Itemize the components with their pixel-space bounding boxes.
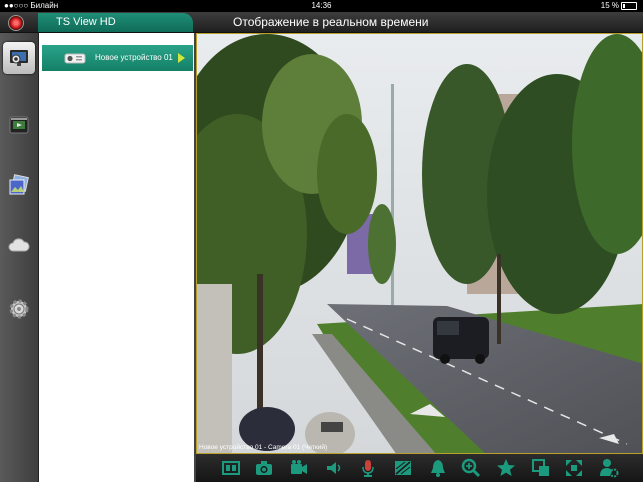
app-logo-icon: [8, 15, 24, 31]
star-icon: [497, 459, 515, 476]
gear-icon: [9, 299, 29, 319]
fullscreen-button[interactable]: [564, 458, 584, 478]
sidebar-item-playback[interactable]: [3, 109, 35, 141]
audio-button[interactable]: [324, 458, 344, 478]
fullscreen-icon: [566, 460, 582, 476]
device-list-item[interactable]: Новое устройство 01: [42, 45, 193, 71]
talk-button[interactable]: [358, 458, 378, 478]
camera-caption: Новое устройство 01 - Camera 01 (Четкий): [199, 444, 328, 451]
video-toolbar: [196, 454, 643, 482]
zoom-in-icon: [461, 458, 481, 478]
battery-percent: 15 %: [600, 1, 619, 10]
ptz-button[interactable]: [531, 458, 551, 478]
main-sidebar: [0, 33, 39, 482]
battery-icon: [621, 1, 637, 10]
clock: 14:36: [311, 1, 332, 10]
sidebar-item-cloud[interactable]: [3, 229, 35, 261]
ios-status-bar: ●●○○○ Билайн 14:36 15 %: [0, 0, 643, 12]
speaker-icon: [327, 462, 341, 474]
cloud-icon: [8, 238, 30, 252]
sidebar-item-settings[interactable]: [3, 293, 35, 325]
favorites-button[interactable]: [496, 458, 516, 478]
user-gear-icon: [600, 459, 619, 478]
film-playback-icon: [9, 116, 29, 134]
sidebar-item-gallery[interactable]: [3, 169, 35, 201]
microphone-icon: [362, 460, 374, 477]
bell-icon: [431, 460, 445, 477]
video-record-icon: [291, 460, 307, 474]
photo-album-icon: [9, 174, 29, 195]
record-button[interactable]: [289, 458, 309, 478]
title-bar: TS View HD Отображение в реальном времен…: [0, 12, 643, 33]
snapshot-button[interactable]: [254, 458, 274, 478]
camera-snapshot-icon: [256, 461, 272, 475]
split-view-button[interactable]: [221, 458, 241, 478]
zoom-button[interactable]: [461, 458, 481, 478]
layout-icon: [222, 461, 240, 475]
camera-feed-image: [197, 34, 642, 453]
page-title: Отображение в реальном времени: [233, 15, 429, 29]
monitor-camera-icon: [10, 50, 28, 66]
play-arrow-icon: [178, 53, 185, 63]
user-settings-button[interactable]: [599, 458, 619, 478]
app-name-tab: TS View HD: [38, 13, 193, 32]
camera-icon: [64, 53, 86, 64]
quality-icon: [395, 461, 411, 475]
battery-indicator: 15 %: [601, 0, 637, 12]
live-video-view[interactable]: Новое устройство 01 - Camera 01 (Четкий): [196, 33, 643, 454]
app-name: TS View HD: [56, 16, 116, 28]
quality-button[interactable]: [393, 458, 413, 478]
alarm-button[interactable]: [428, 458, 448, 478]
ptz-icon: [532, 459, 549, 476]
device-list-panel: Новое устройство 01: [39, 33, 196, 482]
sidebar-item-live-view[interactable]: [3, 42, 35, 74]
device-name: Новое устройство 01: [95, 53, 173, 62]
